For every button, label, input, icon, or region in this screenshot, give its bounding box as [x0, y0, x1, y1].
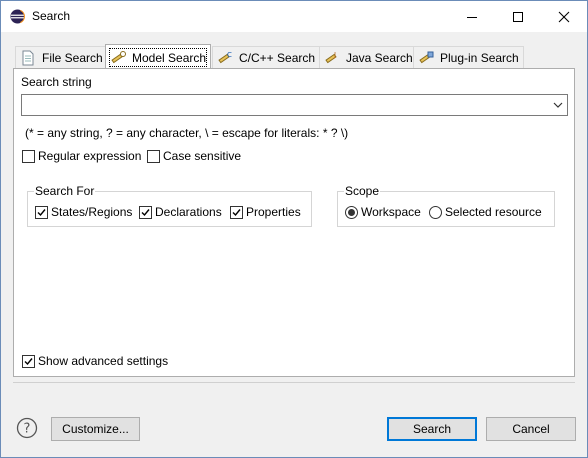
- tab-label: C/C++ Search: [239, 50, 316, 65]
- scope-title: Scope: [344, 184, 381, 198]
- cancel-button[interactable]: Cancel: [486, 417, 576, 441]
- search-button[interactable]: Search: [387, 417, 477, 441]
- close-icon: [558, 11, 570, 22]
- file-search-icon: [22, 50, 34, 65]
- workspace-radio[interactable]: [345, 206, 358, 219]
- minimize-icon: [467, 16, 477, 18]
- eclipse-icon: [10, 9, 25, 24]
- declarations-checkbox[interactable]: [139, 206, 152, 219]
- workspace-label: Workspace: [361, 205, 421, 219]
- regular-expression-label: Regular expression: [38, 149, 142, 163]
- check-icon: [232, 209, 241, 217]
- tab-model-search[interactable]: Model Search: [105, 44, 212, 70]
- tab-label: Java Search: [346, 50, 413, 65]
- cpp-search-icon: C: [218, 51, 232, 63]
- selected-resource-radio[interactable]: [429, 206, 442, 219]
- chevron-down-icon[interactable]: [553, 100, 563, 110]
- search-string-label: Search string: [21, 75, 92, 89]
- tab-java-search[interactable]: J Java Search: [319, 46, 418, 68]
- states-regions-label: States/Regions: [51, 205, 133, 219]
- search-syntax-hint: (* = any string, ? = any character, \ = …: [25, 126, 349, 140]
- selected-resource-label: Selected resource: [445, 205, 542, 219]
- case-sensitive-checkbox[interactable]: [147, 150, 160, 163]
- search-dialog: Search File Search Model Search C C/C++: [0, 0, 588, 458]
- svg-text:?: ?: [24, 422, 31, 437]
- close-button[interactable]: [541, 1, 587, 32]
- check-icon: [24, 358, 33, 366]
- declarations-label: Declarations: [155, 205, 222, 219]
- svg-text:C: C: [227, 51, 232, 59]
- check-icon: [37, 209, 46, 217]
- java-search-icon: J: [325, 51, 337, 63]
- search-string-input[interactable]: [24, 96, 544, 114]
- plugin-search-icon: [419, 51, 434, 63]
- radio-selected-dot: [348, 209, 355, 216]
- model-search-icon: [111, 50, 126, 63]
- search-string-combo[interactable]: [21, 94, 568, 116]
- tab-label: Plug-in Search: [440, 50, 519, 65]
- maximize-icon: [513, 11, 523, 22]
- separator: [13, 382, 575, 383]
- tab-file-search[interactable]: File Search: [15, 46, 108, 68]
- customize-button[interactable]: Customize...: [51, 417, 140, 441]
- show-advanced-settings-checkbox[interactable]: [22, 355, 35, 368]
- maximize-button[interactable]: [495, 1, 541, 32]
- search-for-title: Search For: [34, 184, 96, 198]
- tab-cpp-search[interactable]: C C/C++ Search: [212, 46, 321, 68]
- help-icon[interactable]: ?: [16, 417, 38, 439]
- show-advanced-settings-label: Show advanced settings: [38, 354, 169, 368]
- minimize-button[interactable]: [449, 1, 495, 32]
- check-icon: [141, 209, 150, 217]
- tab-label: Model Search: [132, 50, 207, 65]
- svg-text:J: J: [333, 51, 336, 59]
- window-title: Search: [32, 9, 71, 23]
- title-bar: Search: [1, 1, 587, 32]
- tab-plugin-search[interactable]: Plug-in Search: [413, 46, 524, 68]
- states-regions-checkbox[interactable]: [35, 206, 48, 219]
- case-sensitive-label: Case sensitive: [163, 149, 242, 163]
- tab-label: File Search: [42, 50, 103, 65]
- properties-label: Properties: [246, 205, 301, 219]
- properties-checkbox[interactable]: [230, 206, 243, 219]
- regular-expression-checkbox[interactable]: [22, 150, 35, 163]
